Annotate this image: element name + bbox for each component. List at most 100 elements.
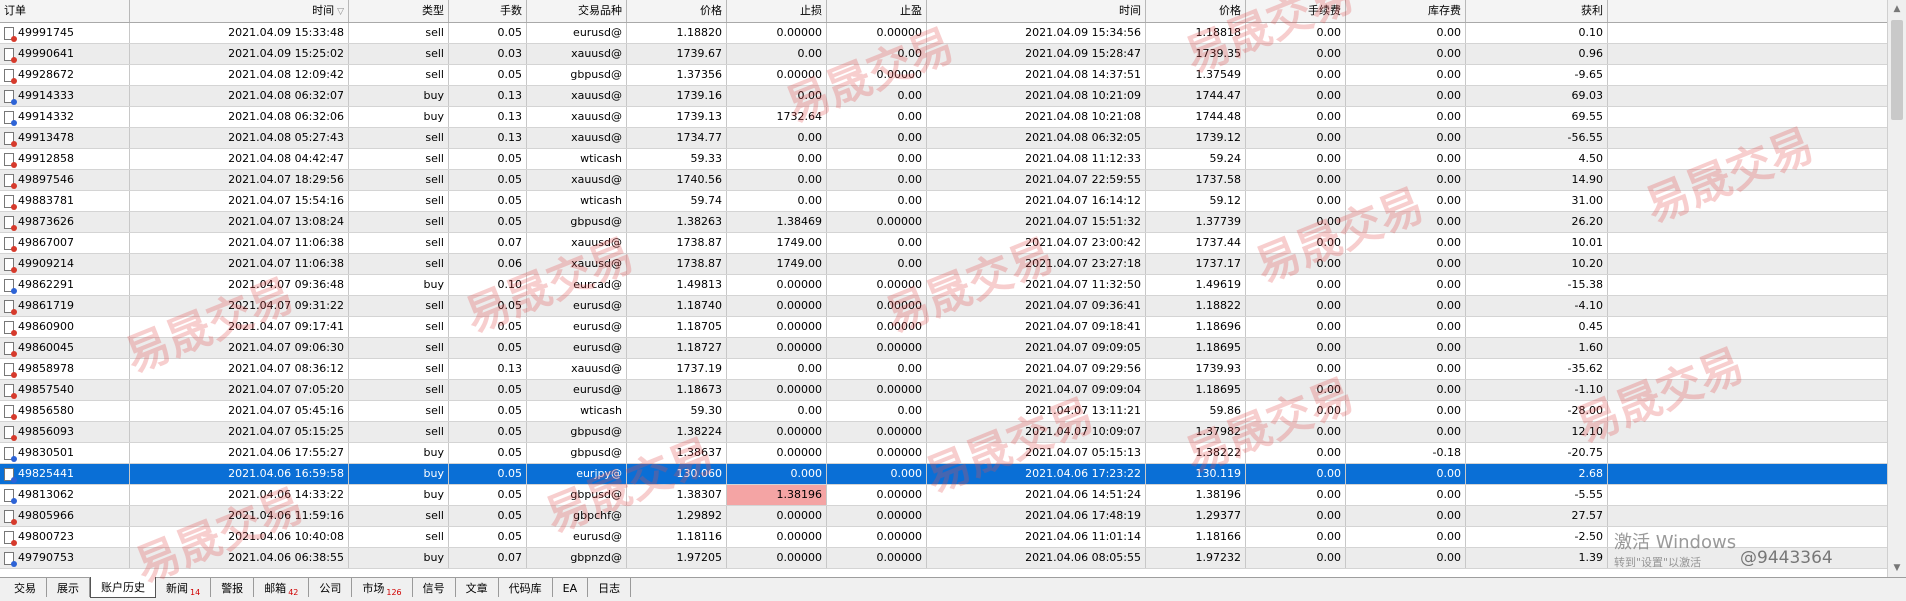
cell-close-price: 1737.17	[1146, 254, 1246, 274]
cell-tp: 0.00	[827, 170, 927, 190]
table-row[interactable]: 49914332 2021.04.08 06:32:06 buy 0.13 xauusd…	[0, 107, 1887, 128]
tab-3[interactable]: 新闻 14	[156, 578, 212, 597]
cell-close-price: 1.49619	[1146, 275, 1246, 295]
account-history-table: 订单 时间 ▽ 类型 手数 交易品种 价格 止损 止盈 时间 价格 手续费 库存费…	[0, 0, 1887, 577]
table-row[interactable]: 49862291 2021.04.07 09:36:48 buy 0.10 eurcad…	[0, 275, 1887, 296]
cell-type: sell	[349, 128, 449, 148]
tab-6[interactable]: 公司	[309, 578, 353, 597]
col-header-order[interactable]: 订单	[0, 0, 130, 22]
tab-8[interactable]: 信号	[413, 578, 456, 597]
cell-sl: 0.000	[727, 464, 827, 484]
col-header-open-price[interactable]: 价格	[627, 0, 727, 22]
table-row[interactable]: 49830501 2021.04.06 17:55:27 buy 0.05 gbpusd…	[0, 443, 1887, 464]
cell-close-time: 2021.04.07 09:29:56	[927, 359, 1146, 379]
tab-10[interactable]: 代码库	[499, 578, 553, 597]
tab-7[interactable]: 市场 126	[352, 578, 413, 597]
table-row[interactable]: 49856093 2021.04.07 05:15:25 sell 0.05 gbpus…	[0, 422, 1887, 443]
col-header-profit[interactable]: 获利	[1466, 0, 1608, 22]
table-row[interactable]: 49897546 2021.04.07 18:29:56 sell 0.05 xauus…	[0, 170, 1887, 191]
col-header-swap[interactable]: 库存费	[1346, 0, 1466, 22]
tab-5[interactable]: 邮箱 42	[254, 578, 310, 597]
table-row[interactable]: 49800723 2021.04.06 10:40:08 sell 0.05 eurus…	[0, 527, 1887, 548]
col-header-open-time[interactable]: 时间 ▽	[130, 0, 349, 22]
table-row[interactable]: 49990641 2021.04.09 15:25:02 sell 0.03 xauus…	[0, 44, 1887, 65]
cell-close-time: 2021.04.08 14:37:51	[927, 65, 1146, 85]
cell-symbol: eurusd@	[527, 338, 627, 358]
scroll-down-icon[interactable]: ▼	[1888, 559, 1906, 577]
cell-open-price: 1.18705	[627, 317, 727, 337]
table-row[interactable]: 49825441 2021.04.06 16:59:58 buy 0.05 eurjpy…	[0, 464, 1887, 485]
cell-order: 49914332	[0, 107, 130, 127]
table-row[interactable]: 49913478 2021.04.08 05:27:43 sell 0.13 xauus…	[0, 128, 1887, 149]
doc-sell-icon	[4, 131, 17, 147]
cell-close-price: 1.37739	[1146, 212, 1246, 232]
cell-commission: 0.00	[1246, 506, 1346, 526]
table-row[interactable]: 49928672 2021.04.08 12:09:42 sell 0.05 gbpus…	[0, 65, 1887, 86]
cell-commission: 0.00	[1246, 170, 1346, 190]
col-header-lots[interactable]: 手数	[449, 0, 527, 22]
tab-12[interactable]: 日志	[588, 578, 632, 597]
cell-type: sell	[349, 422, 449, 442]
table-row[interactable]: 49857540 2021.04.07 07:05:20 sell 0.05 eurus…	[0, 380, 1887, 401]
tab-4[interactable]: 警报	[211, 578, 255, 597]
table-row[interactable]: 49858978 2021.04.07 08:36:12 sell 0.13 xauus…	[0, 359, 1887, 380]
col-header-close-time[interactable]: 时间	[927, 0, 1146, 22]
cell-type: sell	[349, 212, 449, 232]
table-row[interactable]: 49861719 2021.04.07 09:31:22 sell 0.05 eurus…	[0, 296, 1887, 317]
table-row[interactable]: 49909214 2021.04.07 11:06:38 sell 0.06 xauus…	[0, 254, 1887, 275]
cell-swap: 0.00	[1346, 548, 1466, 568]
table-row[interactable]: 49860900 2021.04.07 09:17:41 sell 0.05 eurus…	[0, 317, 1887, 338]
table-row[interactable]: 49914333 2021.04.08 06:32:07 buy 0.13 xauusd…	[0, 86, 1887, 107]
vertical-scrollbar[interactable]: ▲ ▼	[1887, 0, 1906, 577]
cell-lots: 0.05	[449, 212, 527, 232]
col-header-symbol[interactable]: 交易品种	[527, 0, 627, 22]
cell-order: 49813062	[0, 485, 130, 505]
table-row[interactable]: 49912858 2021.04.08 04:42:47 sell 0.05 wtica…	[0, 149, 1887, 170]
cell-profit: -28.00	[1466, 401, 1608, 421]
cell-lots: 0.05	[449, 401, 527, 421]
doc-sell-icon	[4, 26, 17, 42]
cell-close-time: 2021.04.07 16:14:12	[927, 191, 1146, 211]
col-header-commission[interactable]: 手续费	[1246, 0, 1346, 22]
col-header-close-price[interactable]: 价格	[1146, 0, 1246, 22]
cell-sl: 0.00000	[727, 317, 827, 337]
cell-commission: 0.00	[1246, 65, 1346, 85]
cell-close-price: 1.37549	[1146, 65, 1246, 85]
table-row[interactable]: 49883781 2021.04.07 15:54:16 sell 0.05 wtica…	[0, 191, 1887, 212]
table-row[interactable]: 49790753 2021.04.06 06:38:55 buy 0.07 gbpnzd…	[0, 548, 1887, 569]
tab-0[interactable]: 交易	[4, 578, 47, 597]
tab-label: 市场	[362, 582, 385, 595]
cell-sl: 0.00000	[727, 548, 827, 568]
table-row[interactable]: 49813062 2021.04.06 14:33:22 buy 0.05 gbpusd…	[0, 485, 1887, 506]
order-id: 49913478	[18, 131, 74, 144]
table-row[interactable]: 49805966 2021.04.06 11:59:16 sell 0.05 gbpch…	[0, 506, 1887, 527]
table-row[interactable]: 49873626 2021.04.07 13:08:24 sell 0.05 gbpus…	[0, 212, 1887, 233]
order-id: 49912858	[18, 152, 74, 165]
doc-sell-icon	[4, 299, 17, 315]
col-header-type[interactable]: 类型	[349, 0, 449, 22]
table-row[interactable]: 49860045 2021.04.07 09:06:30 sell 0.05 eurus…	[0, 338, 1887, 359]
tab-11[interactable]: EA	[553, 578, 589, 597]
cell-sl: 0.00	[727, 86, 827, 106]
cell-symbol: eurusd@	[527, 380, 627, 400]
cell-open-price: 1.18740	[627, 296, 727, 316]
cell-swap: 0.00	[1346, 380, 1466, 400]
cell-commission: 0.00	[1246, 275, 1346, 295]
cell-lots: 0.05	[449, 317, 527, 337]
col-header-stoploss[interactable]: 止损	[727, 0, 827, 22]
table-row[interactable]: 49867007 2021.04.07 11:06:38 sell 0.07 xauus…	[0, 233, 1887, 254]
scroll-up-icon[interactable]: ▲	[1888, 0, 1906, 18]
cell-tp: 0.00000	[827, 506, 927, 526]
cell-open-time: 2021.04.07 05:15:25	[130, 422, 349, 442]
table-row[interactable]: 49856580 2021.04.07 05:45:16 sell 0.05 wtica…	[0, 401, 1887, 422]
cell-order: 49990641	[0, 44, 130, 64]
cell-close-time: 2021.04.08 10:21:09	[927, 86, 1146, 106]
cell-tp: 0.000	[827, 464, 927, 484]
scrollbar-thumb[interactable]	[1891, 20, 1903, 120]
col-header-takeprofit[interactable]: 止盈	[827, 0, 927, 22]
tab-1[interactable]: 展示	[47, 578, 90, 597]
tab-9[interactable]: 文章	[456, 578, 499, 597]
tab-2[interactable]: 账户历史	[90, 577, 156, 598]
table-row[interactable]: 49991745 2021.04.09 15:33:48 sell 0.05 eurus…	[0, 23, 1887, 44]
cell-profit: 26.20	[1466, 212, 1608, 232]
